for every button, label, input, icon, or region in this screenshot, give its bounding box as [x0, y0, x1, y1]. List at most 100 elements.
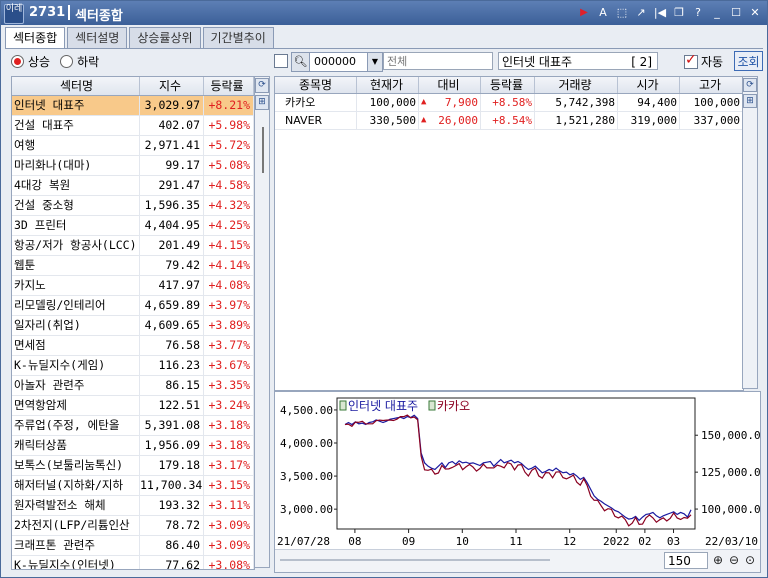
- rate-cell: +3.09%: [204, 516, 254, 535]
- table-row[interactable]: 리모델링/인테리어 4,659.89 +3.97%: [12, 296, 254, 316]
- play-icon[interactable]: ▶: [576, 5, 592, 21]
- table-row[interactable]: 보톡스(보툴리눔톡신) 179.18 +3.17%: [12, 456, 254, 476]
- tab-top-gainers[interactable]: 상승률상위: [129, 27, 201, 48]
- table-row[interactable]: 아놀자 관련주 86.15 +3.35%: [12, 376, 254, 396]
- table-row[interactable]: 4대강 복원 291.47 +4.58%: [12, 176, 254, 196]
- rise-label: 상승: [28, 55, 51, 69]
- tab-period-trend[interactable]: 기간별추이: [202, 27, 274, 48]
- sector-name-cell: 주류업(주정, 에탄올: [12, 416, 140, 435]
- column-price[interactable]: 현재가: [357, 77, 419, 93]
- legend-label-kakao: 카카오: [437, 399, 470, 413]
- frame-icon[interactable]: ⬚: [614, 5, 630, 21]
- code-value: 000000: [314, 55, 356, 68]
- sector-table-scrollbar[interactable]: ⟳ ⊞: [254, 76, 270, 568]
- scroll-thumb[interactable]: [262, 127, 264, 173]
- selected-sector-count: [ 2]: [631, 55, 652, 69]
- table-row[interactable]: 마리화나(대마) 99.17 +5.08%: [12, 156, 254, 176]
- maximize-icon[interactable]: ☐: [728, 5, 744, 21]
- export-icon[interactable]: ↗: [633, 5, 649, 21]
- table-row[interactable]: 3D 프린터 4,404.95 +4.25%: [12, 216, 254, 236]
- column-change-rate[interactable]: 등락률: [204, 77, 254, 95]
- table-row[interactable]: 건설 중소형 1,596.35 +4.32%: [12, 196, 254, 216]
- sector-name-cell: K-뉴딜지수(인터넷): [12, 556, 140, 569]
- tab-bar: 섹터종합 섹터설명 상승률상위 기간별추이: [5, 27, 276, 49]
- volume-cell: 1,521,280: [535, 112, 618, 129]
- table-row[interactable]: 일자리(취업) 4,609.65 +3.89%: [12, 316, 254, 336]
- code-checkbox[interactable]: [274, 54, 288, 68]
- table-row[interactable]: 카카오 100,000 ▲ 7,900 +8.58% 5,742,398 94,400 100…: [275, 94, 743, 112]
- table-row[interactable]: 면세점 76.58 +3.77%: [12, 336, 254, 356]
- chart-canvas: 4,500.00 4,000.00 3,500.00 3,000.00 150,000.…: [277, 397, 760, 548]
- expand-icon[interactable]: ⊞: [743, 94, 757, 108]
- table-row[interactable]: 해저터널(지하화/지하 11,700.34 +3.15%: [12, 476, 254, 496]
- close-icon[interactable]: ✕: [747, 5, 763, 21]
- right-tick-label: 125,000.00: [701, 466, 760, 479]
- table-row[interactable]: 2차전지(LFP/리튬인산 78.72 +3.09%: [12, 516, 254, 536]
- zoom-level-input[interactable]: 150: [664, 552, 708, 569]
- table-row[interactable]: 크래프톤 관련주 86.40 +3.09%: [12, 536, 254, 556]
- selected-sector-field[interactable]: 인터넷 대표주 [ 2]: [498, 52, 658, 70]
- index-cell: 4,609.65: [140, 316, 204, 335]
- auto-checkbox[interactable]: [684, 52, 698, 69]
- table-row[interactable]: K-뉴딜지수(인터넷) 77.62 +3.08%: [12, 556, 254, 569]
- high-cell: 100,000: [680, 94, 743, 111]
- index-cell: 2,971.41: [140, 136, 204, 155]
- zoom-reset-icon[interactable]: ⊙: [743, 552, 757, 568]
- copy-icon[interactable]: ❐: [671, 5, 687, 21]
- left-tick-label: 4,000.00: [280, 437, 333, 450]
- tab-sector-description[interactable]: 섹터설명: [67, 27, 128, 48]
- table-row[interactable]: 주류업(주정, 에탄올 5,391.08 +3.18%: [12, 416, 254, 436]
- table-row[interactable]: 면역항암제 122.51 +3.24%: [12, 396, 254, 416]
- index-cell: 122.51: [140, 396, 204, 415]
- auto-toggle[interactable]: 자동: [684, 52, 723, 70]
- refresh-icon[interactable]: ⟳: [743, 78, 757, 92]
- table-row[interactable]: NAVER 330,500 ▲ 26,000 +8.54% 1,521,280 319,00…: [275, 112, 743, 130]
- first-icon[interactable]: |◀: [652, 5, 668, 21]
- sector-name-cell: 아놀자 관련주: [12, 376, 140, 395]
- rate-cell: +3.97%: [204, 296, 254, 315]
- expand-icon[interactable]: ⊞: [255, 95, 269, 110]
- table-row[interactable]: 원자력발전소 해체 193.32 +3.11%: [12, 496, 254, 516]
- change-value: 26,000: [438, 114, 478, 127]
- table-row[interactable]: 캐릭터상품 1,956.09 +3.18%: [12, 436, 254, 456]
- rise-radio[interactable]: [11, 55, 24, 68]
- help-icon[interactable]: ?: [690, 5, 706, 21]
- change-cell: ▲ 7,900: [419, 94, 481, 111]
- all-filter-input[interactable]: 전체: [383, 52, 493, 70]
- table-row[interactable]: 여행 2,971.41 +5.72%: [12, 136, 254, 156]
- table-row[interactable]: 항공/저가 항공사(LCC) 201.49 +4.15%: [12, 236, 254, 256]
- column-volume[interactable]: 거래량: [535, 77, 618, 93]
- query-button[interactable]: 조회: [734, 51, 763, 71]
- font-icon[interactable]: A: [595, 5, 611, 21]
- title-separator: [68, 5, 70, 20]
- open-cell: 94,400: [618, 94, 680, 111]
- zoom-in-icon[interactable]: ⊕: [711, 552, 725, 568]
- search-icon[interactable]: 🔍︎: [292, 53, 310, 71]
- column-index[interactable]: 지수: [140, 77, 204, 95]
- chevron-down-icon[interactable]: ▼: [367, 53, 382, 71]
- left-tick-label: 3,000.00: [280, 503, 333, 516]
- column-stock-name[interactable]: 종목명: [275, 77, 357, 93]
- minimize-icon[interactable]: _: [709, 5, 725, 21]
- column-high[interactable]: 고가: [680, 77, 743, 93]
- left-tick-label: 3,500.00: [280, 470, 333, 483]
- fall-radio[interactable]: [60, 55, 74, 68]
- zoom-out-icon[interactable]: ⊖: [727, 552, 741, 568]
- table-row[interactable]: 인터넷 대표주 3,029.97 +8.21%: [12, 96, 254, 116]
- column-rate[interactable]: 등락률: [481, 77, 535, 93]
- column-open[interactable]: 시가: [618, 77, 680, 93]
- chart-scrollbar[interactable]: [280, 556, 550, 563]
- refresh-icon[interactable]: ⟳: [255, 78, 269, 93]
- table-row[interactable]: K-뉴딜지수(게임) 116.23 +3.67%: [12, 356, 254, 376]
- table-row[interactable]: 웹툰 79.42 +4.14%: [12, 256, 254, 276]
- column-sector-name[interactable]: 섹터명: [12, 77, 140, 95]
- rate-cell: +3.67%: [204, 356, 254, 375]
- table-row[interactable]: 카지노 417.97 +4.08%: [12, 276, 254, 296]
- tab-sector-summary[interactable]: 섹터종합: [5, 27, 66, 49]
- table-row[interactable]: 건설 대표주 402.07 +5.98%: [12, 116, 254, 136]
- rate-cell: +4.58%: [204, 176, 254, 195]
- sector-name-cell: 원자력발전소 해체: [12, 496, 140, 515]
- code-input[interactable]: 🔍︎ 000000 ▼: [291, 52, 383, 72]
- x-tick-label: 11: [509, 535, 522, 548]
- column-change[interactable]: 대비: [419, 77, 481, 93]
